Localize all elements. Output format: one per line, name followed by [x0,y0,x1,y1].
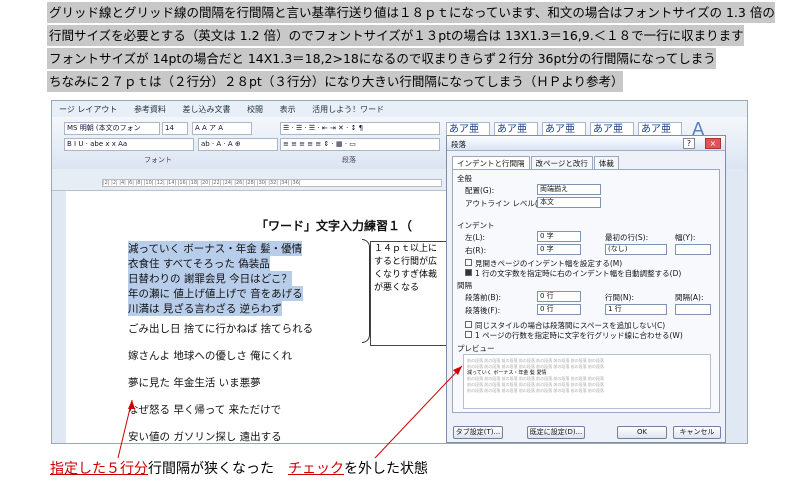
after-label: 段落後(F): [465,306,501,315]
width-input[interactable] [675,244,711,255]
paragraph-dialog: 段落 ? × インデントと行間隔 改ページと改行 体裁 全般 配置(G): 両端揃え… [446,135,726,443]
highlight-line-2: 行間サイズを必要とする（英文は 1.2 倍）のでフォントサイズが１３ptの場合は… [47,25,744,46]
line-spacing-label: 行間(N): [605,293,634,302]
caption-part-3: チェック [288,461,344,477]
preview-text-5: 前の段落 前の段落 前の段落 前の段落 前の段落 前の段落 前の段落 前の段落 [467,388,604,393]
ruler: |2| |2| |4| |6| |8| |10| |12| |14| |16| … [52,169,452,191]
indent-left-label: 左(L): [465,233,486,242]
highlight-line-3: フォントサイズが 14ptの場合だと 14X1.3＝18,2>18になるので収ま… [47,48,716,69]
font-size-select[interactable]: 14 [162,122,188,135]
before-label: 段落前(B): [465,293,502,302]
group-paragraph-label: 段落 [342,156,356,164]
indent-left-input[interactable]: 0 字 [537,231,581,242]
font-grow-buttons[interactable]: A A ア A [192,122,252,135]
dialog-titlebar: 段落 ? × [447,136,725,151]
doc-line-10: 安い値の ガソリン探し 遠出する [128,431,282,443]
ok-button[interactable]: OK [617,426,667,439]
tab-settings-button[interactable]: タブ設定(T)... [453,426,503,439]
indent-right-input[interactable]: 0 字 [537,244,581,255]
tab-indent-spacing[interactable]: インデントと行間隔 [452,156,530,170]
doc-line-1: 減っていく ボーナス・年金 髪・優情 [128,241,303,256]
doc-line-8: 夢に見た 年金生活 いま悪夢 [128,377,261,389]
auto-indent-label: 1 行の文字数を指定時に右のインデント幅を自動調整する(D) [475,269,682,278]
after-input[interactable]: 0 行 [537,304,581,315]
menu-bar: ージ レイアウト 参考資料 差し込み文書 校閲 表示 活用しよう！ワード [52,101,747,117]
highlight-color-buttons[interactable]: ab · A · A ⊕ [198,138,278,151]
first-line-select[interactable]: (なし) [605,244,667,255]
side-note-box: １４ｐｔ以上にすると行間が広くなりすぎ体裁が悪くなる [370,241,447,346]
caption-part-1: 指定した５行分 [50,461,148,477]
doc-line-4: 年の瀬に 値上げ値上げで 音をあげる [128,286,303,301]
at-label: 間隔(A): [675,293,704,302]
caption: 指定した５行分行間隔が狭くなった チェックを外した状態 [50,458,428,478]
caption-part-4: を外した状態 [344,461,428,477]
menu-review[interactable]: 校閲 [247,104,263,115]
doc-line-2: 衣食住 すべてそろった 偽装品 [128,256,270,271]
ruler-scale: |2| |2| |4| |6| |8| |10| |12| |14| |16| … [102,179,442,187]
dialog-title: 段落 [451,140,466,149]
dialog-tabs: インデントと行間隔 改ページと改行 体裁 [452,156,620,170]
mirror-indent-checkbox[interactable] [465,259,472,266]
alignment-label: 配置(G): [465,186,495,195]
list-buttons[interactable]: ☰ · ☰ · ☰ · ⇤ ⇥ ✕ · ↕ ¶ [280,122,440,135]
first-line-label: 最初の行(S): [605,233,649,242]
alignment-select[interactable]: 両端揃え [537,184,601,195]
help-icon[interactable]: ? [683,138,695,149]
outline-level-select[interactable]: 本文 [537,197,601,208]
dialog-content: 全般 配置(G): 両端揃え アウトライン レベル(O): 本文 インデント 左… [452,169,720,413]
general-section-label: 全般 [457,174,472,183]
document-title: 「ワード」文字入力練習１（ [256,219,413,233]
width-label: 幅(Y): [675,233,696,242]
menu-references[interactable]: 参考資料 [134,104,166,115]
doc-line-3: 日替わりの 謝罪会見 今日はどこ？ [128,271,292,286]
cancel-button[interactable]: キャンセル [673,426,721,439]
indent-section-label: インデント [457,221,495,230]
doc-line-5: 川満は 見ざる言わざる 逆らわず [128,301,282,316]
snap-to-grid-label: 1 ページの行数を指定時に文字を行グリッド線に合わせる(W) [475,331,683,340]
indent-right-label: 右(R): [465,246,487,255]
group-font-label: フォント [144,156,172,164]
align-buttons[interactable]: ≡ ≡ ≡ ≡ ≡ ⇕ · ▦ · ▭ [280,138,440,151]
set-default-button[interactable]: 既定に設定(D)... [527,426,585,439]
at-input[interactable] [675,304,711,315]
auto-indent-checkbox[interactable] [465,269,472,276]
menu-page-layout[interactable]: ージ レイアウト [59,104,117,115]
before-input[interactable]: 0 行 [537,291,581,302]
highlight-line-1: グリッド線とグリッド線の間隔を行間隔と言い基準行送り値は１８ｐｔになっています、… [47,2,775,23]
tab-line-page-breaks[interactable]: 改ページと改行 [530,156,593,170]
doc-line-6: ごみ出し日 捨てに行かねば 捨てられる [128,323,314,335]
no-space-checkbox[interactable] [465,321,472,328]
font-name-select[interactable]: MS 明朝 (本文のフォン [64,122,160,135]
bold-italic-underline-buttons[interactable]: B I U · abe x x Aa [64,138,194,151]
doc-line-9: なぜ怒る 早く帰って 来ただけで [128,404,282,416]
spacing-section-label: 間隔 [457,281,472,290]
word-screenshot: ージ レイアウト 参考資料 差し込み文書 校閲 表示 活用しよう！ワード MS … [51,100,748,444]
menu-view[interactable]: 表示 [280,104,296,115]
preview-pane: 前の段落 前の段落 前の段落 前の段落 前の段落 前の段落 前の段落 前の段落 … [463,354,711,409]
preview-section-label: プレビュー [457,344,495,353]
highlight-line-4: ちなみに２７ｐｔは（２行分）２８pt（３行分）になり大きい行間隔になってしまう（… [47,71,624,92]
line-spacing-select[interactable]: 1 行 [605,304,667,315]
snap-to-grid-checkbox[interactable] [465,331,472,338]
brace-bracket [362,239,370,343]
tab-asian-typography[interactable]: 体裁 [593,156,619,170]
menu-mailings[interactable]: 差し込み文書 [182,104,230,115]
close-icon[interactable]: × [704,138,721,149]
menu-addin[interactable]: 活用しよう！ワード [312,104,384,115]
doc-line-7: 嫁さんよ 地球への優しさ 俺にくれ [128,350,292,362]
caption-part-2: 行間隔が狭くなった [148,461,274,477]
